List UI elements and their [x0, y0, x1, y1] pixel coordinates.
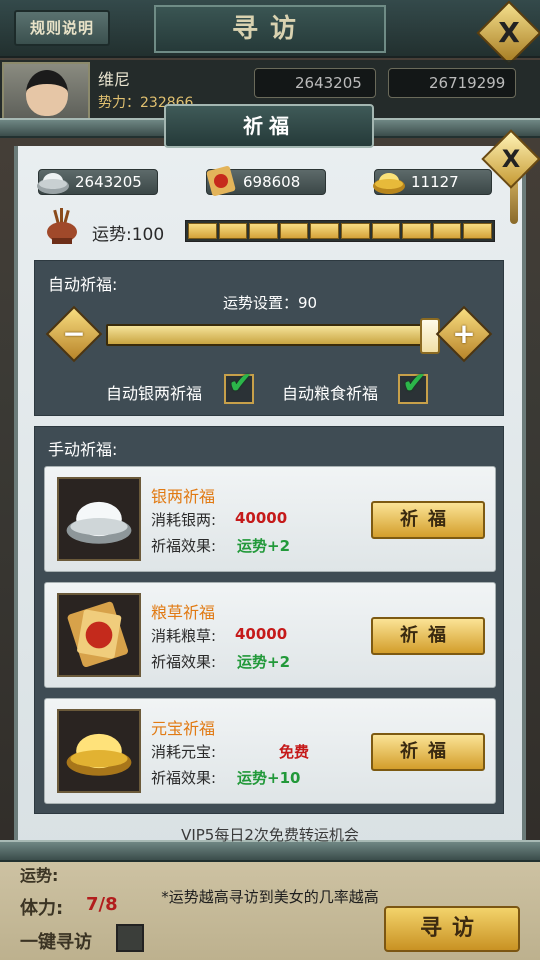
grain-token-icon: [206, 166, 236, 196]
luck-segment: [279, 223, 309, 239]
silver-ingot-icon: [57, 477, 141, 561]
close-icon: X: [501, 145, 521, 173]
luck-row-label: 运势:: [20, 866, 59, 885]
grain-token-icon: [57, 593, 141, 677]
rules-button[interactable]: 规则说明: [14, 10, 110, 46]
auto-silver-label: 自动银两祈福: [106, 384, 203, 403]
plus-icon: +: [452, 317, 476, 350]
cost-label: 消耗元宝:: [151, 743, 217, 761]
cost-value: 免费: [279, 743, 310, 761]
luck-segment: [218, 223, 248, 239]
page-title: 寻访: [154, 5, 386, 53]
silver-resource: 2643205: [37, 169, 158, 195]
checkmark-icon: ✔: [228, 366, 254, 401]
close-icon: X: [498, 16, 520, 49]
avatar[interactable]: [2, 62, 90, 120]
card-name: 银两祈福: [151, 487, 216, 506]
luck-segment: [340, 223, 370, 239]
gold-amount: 11127: [411, 173, 459, 191]
cost-label: 消耗粮草:: [151, 627, 217, 645]
luck-segment: [463, 223, 492, 239]
gold-ingot-icon: [373, 173, 405, 194]
grain-amount: 698608: [243, 173, 301, 191]
luck-progress-bar: [185, 220, 495, 242]
incense-burner-icon: [47, 208, 77, 244]
luck-segment: [371, 223, 401, 239]
pray-card-gold: 元宝祈福 消耗元宝: 免费 祈福效果: 运势+10 祈福: [44, 698, 496, 804]
effect-label: 祈福效果:: [151, 769, 217, 787]
pray-grain-button[interactable]: 祈福: [371, 617, 485, 655]
effect-value: 运势+2: [237, 653, 291, 671]
auto-grain-checkbox[interactable]: ✔: [398, 366, 428, 404]
grain-resource: 698608: [206, 166, 326, 196]
player-name: 维尼: [98, 70, 131, 89]
cost-value: 40000: [235, 625, 288, 643]
hint-text: *运势越高寻访到美女的几率越高: [161, 888, 379, 906]
card-name: 元宝祈福: [151, 719, 216, 738]
auto-silver-checkbox[interactable]: ✔: [224, 366, 254, 404]
avatar-face-icon: [26, 70, 68, 116]
auto-grain-label: 自动粮食祈福: [282, 384, 379, 403]
player-silver: 2643205: [254, 68, 376, 98]
luck-segment: [432, 223, 462, 239]
one-key-search-label: 一键寻访: [20, 932, 92, 953]
one-key-search-checkbox[interactable]: [116, 924, 144, 952]
minus-icon: −: [62, 317, 86, 350]
card-name: 粮草祈福: [151, 603, 216, 622]
luck-segment: [402, 223, 431, 239]
effect-value: 运势+2: [237, 537, 291, 555]
silver-amount: 2643205: [75, 173, 142, 191]
luck-segment: [310, 223, 339, 239]
vip-note: VIP5每日2次免费转运机会: [181, 826, 359, 844]
pray-silver-button[interactable]: 祈福: [371, 501, 485, 539]
luck-setting-slider[interactable]: [106, 324, 430, 346]
silver-ingot-icon: [37, 173, 69, 194]
effect-label: 祈福效果:: [151, 537, 217, 555]
pray-gold-button[interactable]: 祈福: [371, 733, 485, 771]
manual-pray-title: 手动祈福:: [48, 440, 118, 459]
luck-segment: [188, 223, 217, 239]
gold-resource: 11127: [373, 169, 492, 195]
modal-title: 祈福: [164, 104, 374, 148]
search-button[interactable]: 寻访: [384, 906, 520, 952]
pray-card-silver: 银两祈福 消耗银两: 40000 祈福效果: 运势+2 祈福: [44, 466, 496, 572]
cost-value: 40000: [235, 509, 288, 527]
pray-card-grain: 粮草祈福 消耗粮草: 40000 祈福效果: 运势+2 祈福: [44, 582, 496, 688]
effect-value: 运势+10: [237, 769, 301, 787]
gold-ingot-icon: [57, 709, 141, 793]
effect-label: 祈福效果:: [151, 653, 217, 671]
checkmark-icon: ✔: [402, 366, 428, 401]
luck-segment: [249, 223, 278, 239]
player-food: 26719299: [388, 68, 516, 98]
luck-label: 运势:100: [92, 225, 165, 245]
cost-label: 消耗银两:: [151, 511, 217, 529]
